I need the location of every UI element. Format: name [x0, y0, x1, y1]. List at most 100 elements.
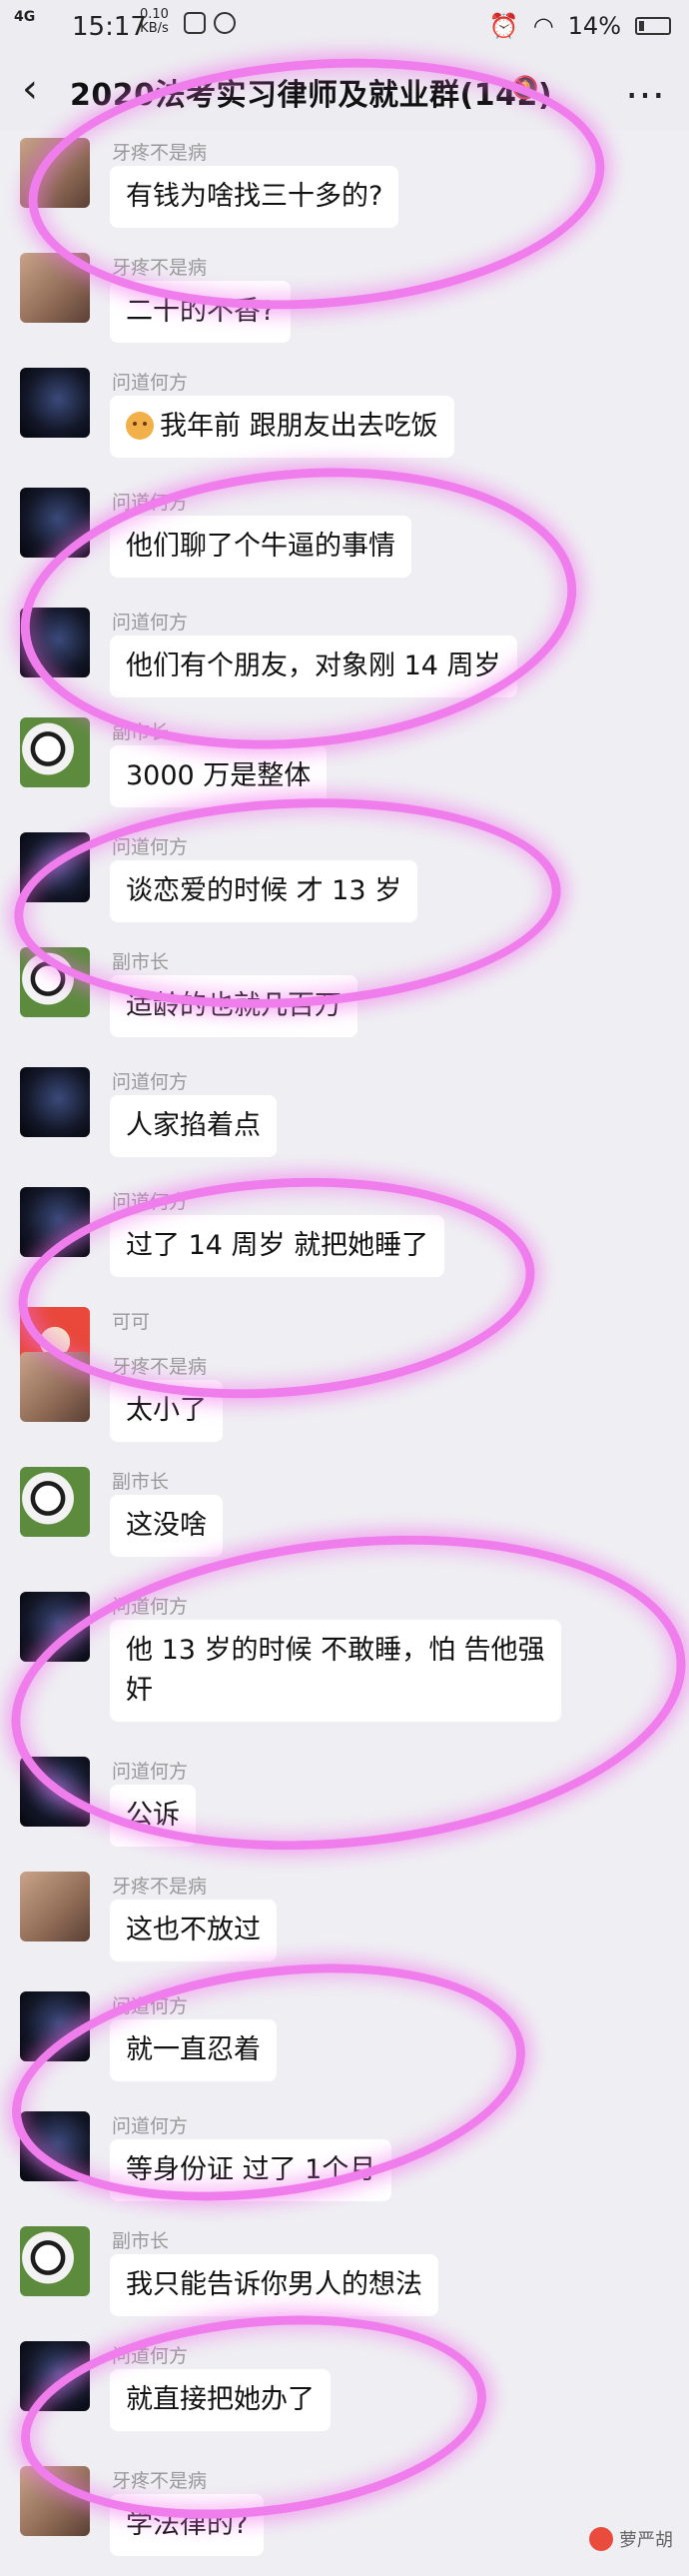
avatar[interactable]	[20, 2466, 90, 2536]
message-text: 3000 万是整体	[126, 760, 312, 791]
sender-name: 可可	[112, 1311, 151, 1333]
sender-name: 牙疼不是病	[112, 2470, 208, 2492]
message-bubble[interactable]: 人家掐着点	[110, 1095, 277, 1157]
sender-name: 副市长	[112, 951, 170, 973]
message-bubble[interactable]: 这也不放过	[110, 1900, 277, 1961]
battery-icon	[635, 17, 671, 35]
message-bubble[interactable]: 太小了	[110, 1380, 223, 1442]
avatar[interactable]	[20, 368, 90, 438]
sender-name: 问道何方	[112, 372, 189, 394]
sender-name: 问道何方	[112, 2115, 189, 2137]
message-bubble[interactable]: 3000 万是整体	[110, 745, 328, 807]
sender-name: 副市长	[112, 721, 170, 743]
message-text: 他们聊了个牛逼的事情	[126, 531, 395, 562]
avatar[interactable]	[20, 253, 90, 323]
avatar[interactable]	[20, 608, 90, 677]
weibo-logo-icon	[589, 2527, 613, 2551]
watermark: 萝严胡	[589, 2526, 673, 2552]
alarm-icon: ⏰	[488, 12, 519, 40]
message-bubble[interactable]: 公诉	[110, 1785, 196, 1847]
battery-percent: 14%	[567, 12, 621, 40]
sender-name: 牙疼不是病	[112, 1876, 208, 1898]
avatar[interactable]	[20, 1467, 90, 1537]
sender-name: 牙疼不是病	[112, 1356, 208, 1378]
message-text: 等身份证 过了 1个月	[126, 2154, 376, 2185]
chevron-left-icon[interactable]: ‹	[22, 66, 38, 112]
avatar[interactable]	[20, 1991, 90, 2061]
signal-indicator: 4G	[14, 9, 36, 25]
avatar[interactable]	[20, 1592, 90, 1662]
sender-name: 问道何方	[112, 2345, 189, 2367]
avatar[interactable]	[20, 1872, 90, 1941]
sender-name: 牙疼不是病	[112, 142, 208, 164]
message-text: 他 13 岁的时候 不敢睡，怕 告他强 奸	[126, 1635, 545, 1706]
net-speed: 0.10 KB/s	[140, 7, 169, 36]
message-bubble[interactable]: 他们有个朋友，对象刚 14 周岁	[110, 636, 517, 697]
avatar[interactable]	[20, 1067, 90, 1137]
avatar[interactable]	[20, 2226, 90, 2296]
message-bubble[interactable]: 谈恋爱的时候 才 13 岁	[110, 860, 418, 922]
cookie-emoji-icon	[126, 412, 154, 440]
message-text: 有钱为啥找三十多的?	[126, 181, 383, 212]
avatar[interactable]	[20, 2341, 90, 2411]
message-bubble[interactable]: 过了 14 周岁 就把她睡了	[110, 1215, 445, 1277]
message-bubble[interactable]: 他 13 岁的时候 不敢睡，怕 告他强 奸	[110, 1620, 561, 1722]
message-bubble[interactable]: 适龄的也就几百万	[110, 975, 357, 1037]
sender-name: 问道何方	[112, 1071, 189, 1093]
sender-name: 问道何方	[112, 1761, 189, 1783]
wifi-icon: ◠	[532, 12, 554, 40]
status-bar: 4G 15:17 0.10 KB/s ⏰ ◠ 14%	[0, 0, 689, 50]
message-bubble[interactable]: 我年前 跟朋友出去吃饭	[110, 396, 454, 458]
message-text: 适龄的也就几百万	[126, 990, 342, 1021]
message-bubble[interactable]: 就直接把她办了	[110, 2369, 331, 2431]
sender-name: 问道何方	[112, 1596, 189, 1618]
avatar[interactable]	[20, 138, 90, 208]
message-text: 就一直忍着	[126, 2034, 261, 2065]
message-bubble[interactable]: 他们聊了个牛逼的事情	[110, 516, 411, 578]
message-text: 这也不放过	[126, 1915, 261, 1945]
notification-n-icon	[184, 12, 206, 34]
message-bubble[interactable]: 等身份证 过了 1个月	[110, 2139, 392, 2201]
message-text: 就直接把她办了	[126, 2384, 315, 2415]
highlight-ring	[11, 1161, 542, 1415]
avatar[interactable]	[20, 832, 90, 902]
avatar[interactable]	[20, 488, 90, 558]
message-bubble[interactable]: 这没啥	[110, 1495, 223, 1557]
message-text: 学法律的?	[126, 2509, 249, 2540]
chat-header: ‹ 2020法考实习律师及就业群(142) 🔕 …	[0, 50, 689, 130]
avatar[interactable]	[20, 2111, 90, 2181]
status-right: ⏰ ◠ 14%	[489, 12, 671, 40]
avatar[interactable]	[20, 947, 90, 1017]
message-bubble[interactable]: 学法律的?	[110, 2494, 265, 2556]
sender-name: 问道何方	[112, 1995, 189, 2017]
message-bubble[interactable]: 二十的不香?	[110, 281, 292, 343]
avatar[interactable]	[20, 1187, 90, 1257]
message-text: 我只能告诉你男人的想法	[126, 2269, 422, 2300]
sender-name: 副市长	[112, 1471, 170, 1493]
sender-name: 问道何方	[112, 612, 189, 634]
message-text: 人家掐着点	[126, 1110, 261, 1141]
avatar[interactable]	[20, 1352, 90, 1422]
message-text: 过了 14 周岁 就把她睡了	[126, 1230, 429, 1261]
highlight-ring	[8, 446, 589, 771]
sender-name: 问道何方	[112, 492, 189, 514]
message-bubble[interactable]: 我只能告诉你男人的想法	[110, 2254, 438, 2316]
message-bubble[interactable]: 就一直忍着	[110, 2019, 277, 2081]
message-text: 公诉	[126, 1800, 180, 1831]
more-options-button[interactable]: …	[625, 62, 667, 108]
avatar[interactable]	[20, 1757, 90, 1827]
sender-name: 副市长	[112, 2230, 170, 2252]
message-text: 他们有个朋友，对象刚 14 周岁	[126, 650, 501, 681]
message-text: 我年前 跟朋友出去吃饭	[160, 411, 438, 442]
message-text: 太小了	[126, 1395, 207, 1426]
sender-name: 问道何方	[112, 836, 189, 858]
message-bubble[interactable]: 有钱为啥找三十多的?	[110, 166, 399, 228]
chat-title: 2020法考实习律师及就业群(142)	[70, 78, 553, 113]
message-text: 这没啥	[126, 1510, 207, 1541]
avatar[interactable]	[20, 717, 90, 787]
bell-mute-icon: 🔕	[511, 76, 539, 101]
clock: 15:17	[72, 12, 147, 42]
sender-name: 问道何方	[112, 1191, 189, 1213]
message-text: 二十的不香?	[126, 296, 276, 327]
message-text: 谈恋爱的时候 才 13 岁	[126, 875, 402, 906]
